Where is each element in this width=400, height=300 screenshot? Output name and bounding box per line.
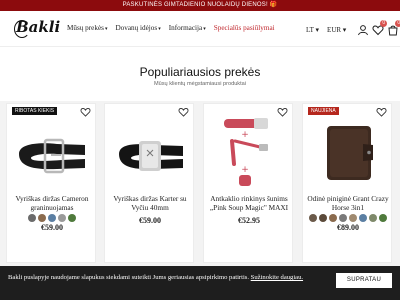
logo[interactable]: Bakli bbox=[14, 17, 60, 41]
color-swatch[interactable] bbox=[339, 214, 347, 222]
wishlist-count-badge: 0 bbox=[380, 20, 388, 27]
limited-badge: RIBOTAS KIEKIS bbox=[12, 107, 58, 115]
svg-text:+: + bbox=[241, 130, 249, 140]
color-swatch[interactable] bbox=[319, 214, 327, 222]
cookie-learn-more-link[interactable]: Sužinokite daugiau. bbox=[251, 274, 303, 281]
chevron-down-icon: ▾ bbox=[158, 27, 161, 32]
new-badge: NAUJIENA bbox=[308, 107, 339, 115]
color-swatch[interactable] bbox=[28, 214, 36, 222]
nav-label: Informacija bbox=[168, 24, 203, 32]
svg-text:+: + bbox=[241, 165, 249, 175]
user-icon[interactable] bbox=[357, 24, 369, 36]
chevron-down-icon: ▾ bbox=[203, 27, 206, 32]
nav-item-special-offers[interactable]: Specialūs pasiūlymai bbox=[214, 24, 275, 32]
cookie-message: Bakli puslapyje naudojame slapukus siekd… bbox=[8, 274, 250, 281]
collar-set-image[interactable]: + + bbox=[204, 114, 294, 189]
header-actions: LT ▾ EUR ▾ 0 0 bbox=[306, 20, 400, 36]
cookie-banner: Bakli puslapyje naudojame slapukus siekd… bbox=[0, 266, 400, 300]
wallet-image[interactable] bbox=[303, 114, 393, 189]
color-swatch[interactable] bbox=[359, 214, 367, 222]
color-swatch[interactable] bbox=[369, 214, 377, 222]
belt-image[interactable] bbox=[105, 114, 195, 189]
color-swatch[interactable] bbox=[58, 214, 66, 222]
color-swatches bbox=[303, 214, 393, 222]
section-subtitle: Mūsų klientų mėgstamiausi produktai bbox=[153, 81, 247, 87]
product-name[interactable]: Vyriškas diržas Cameron graninuojamas bbox=[11, 194, 93, 212]
nav-item-products[interactable]: Mūsų prekės▾ bbox=[67, 24, 107, 32]
product-price: €59.00 bbox=[41, 223, 63, 232]
heart-icon[interactable] bbox=[80, 107, 91, 117]
product-price: €52.95 bbox=[238, 216, 260, 225]
promo-banner[interactable]: PASKUTINĖS GIMTADIENIO NUOLAIDŲ DIENOS! … bbox=[0, 0, 400, 11]
nav-item-information[interactable]: Informacija▾ bbox=[169, 24, 206, 32]
product-name[interactable]: Vyriškas diržas Karter su Vyčiu 40mm bbox=[109, 194, 191, 212]
color-swatch[interactable] bbox=[38, 214, 46, 222]
logo-text: Bakli bbox=[16, 18, 61, 36]
main-nav: Mūsų prekės▾ Dovanų idėjos▾ Informacija▾… bbox=[67, 24, 275, 32]
product-card[interactable]: RIBOTAS KIEKIS Vyriškas diržas Cameron g… bbox=[6, 103, 96, 263]
section-title: Populiariausios prekės bbox=[139, 65, 261, 79]
heart-icon[interactable] bbox=[277, 107, 288, 117]
color-swatch[interactable] bbox=[379, 214, 387, 222]
color-swatch[interactable] bbox=[329, 214, 337, 222]
belt-image[interactable] bbox=[7, 114, 97, 189]
nav-label: Mūsų prekės bbox=[67, 24, 104, 32]
nav-label: Dovanų idėjos bbox=[115, 24, 158, 32]
site-header: Bakli Mūsų prekės▾ Dovanų idėjos▾ Inform… bbox=[0, 11, 400, 47]
product-card[interactable]: NAUJIENA Odinė piniginė Grant Crazy Hors… bbox=[302, 103, 392, 263]
product-name[interactable]: Antkaklio rinkinys šunims „Pink Soup Mag… bbox=[208, 194, 290, 212]
color-swatches bbox=[7, 214, 97, 222]
heart-icon[interactable] bbox=[376, 107, 387, 117]
currency-select[interactable]: EUR ▾ bbox=[327, 26, 346, 34]
product-price: €89.00 bbox=[337, 223, 359, 232]
color-swatch[interactable] bbox=[68, 214, 76, 222]
color-swatch[interactable] bbox=[48, 214, 56, 222]
product-grid: RIBOTAS KIEKIS Vyriškas diržas Cameron g… bbox=[0, 101, 400, 271]
cart-icon[interactable]: 0 bbox=[387, 20, 400, 36]
product-name[interactable]: Odinė piniginė Grant Crazy Horse 3in1 bbox=[307, 194, 389, 212]
color-swatch[interactable] bbox=[349, 214, 357, 222]
wishlist-icon[interactable]: 0 bbox=[372, 20, 388, 36]
color-swatch[interactable] bbox=[309, 214, 317, 222]
chevron-down-icon: ▾ bbox=[104, 27, 108, 32]
heart-icon[interactable] bbox=[178, 107, 189, 117]
product-price: €59.00 bbox=[139, 216, 161, 225]
cookie-accept-button[interactable]: SUPRATAU bbox=[336, 273, 392, 288]
promo-text: PASKUTINĖS GIMTADIENIO NUOLAIDŲ DIENOS! … bbox=[122, 2, 278, 8]
language-select[interactable]: LT ▾ bbox=[306, 26, 319, 34]
nav-label: Specialūs pasiūlymai bbox=[213, 24, 275, 32]
product-card[interactable]: + + Antkaklio rinkinys šunims „Pink Soup… bbox=[203, 103, 293, 263]
nav-item-gift-ideas[interactable]: Dovanų idėjos▾ bbox=[115, 24, 160, 32]
cookie-text: Bakli puslapyje naudojame slapukus siekd… bbox=[8, 273, 308, 282]
cart-count-badge: 0 bbox=[395, 20, 400, 27]
product-card[interactable]: Vyriškas diržas Karter su Vyčiu 40mm €59… bbox=[104, 103, 194, 263]
